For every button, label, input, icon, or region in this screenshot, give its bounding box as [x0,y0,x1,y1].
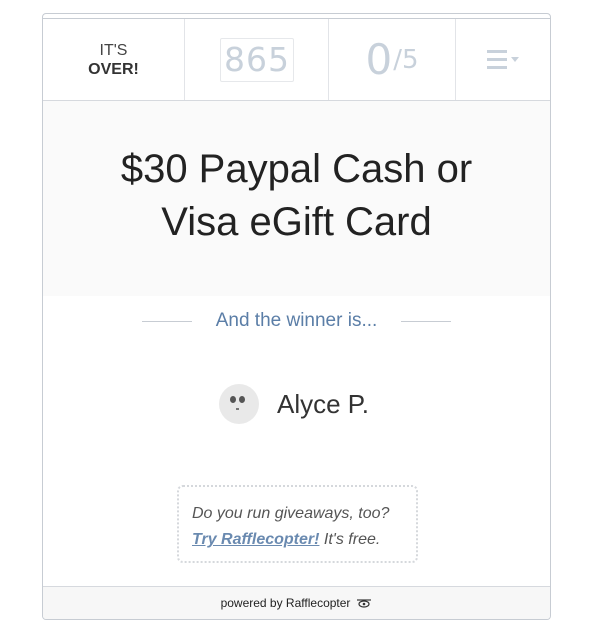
promo-suffix: It's free. [319,531,381,548]
status-line-1: IT'S [99,41,128,59]
default-avatar-icon [219,384,259,424]
promo-cta-line: Try Rafflecopter! It's free. [192,527,416,553]
winner-name: Alyce P. [277,388,370,419]
countdown-counter: 8 6 5 [185,19,329,100]
hamburger-menu-icon[interactable] [487,50,519,69]
prize-section: $30 Paypal Cash or Visa eGift Card [43,101,550,296]
giveaway-widget: IT'S OVER! 8 6 5 0 /5 $30 Paypal Cash or… [42,13,551,620]
divider-left [141,320,192,322]
widget-header: IT'S OVER! 8 6 5 0 /5 [43,19,550,101]
winner-heading-text: And the winner is... [215,310,378,331]
winner-entry: Alyce P. [219,384,369,424]
countdown-digits: 8 6 5 [219,37,294,82]
countdown-digit: 5 [268,39,289,79]
giveaway-status: IT'S OVER! [43,19,185,100]
entries-count: 0 [365,35,393,84]
entries-total: /5 [393,44,419,75]
promo-box: Do you run giveaways, too? Try Rafflecop… [177,485,418,563]
winner-heading: And the winner is... [43,310,550,332]
entries-counter: 0 /5 [329,19,456,100]
chevron-down-icon [511,57,519,62]
countdown-digit: 8 [224,39,245,79]
menu-button[interactable] [456,19,550,100]
rafflecopter-logo-icon [357,599,372,608]
status-line-2: OVER! [88,60,139,78]
powered-by-text: powered by Rafflecopter [220,596,351,610]
try-rafflecopter-link[interactable]: Try Rafflecopter! [192,531,319,548]
prize-title: $30 Paypal Cash or Visa eGift Card [120,146,473,244]
widget-footer[interactable]: powered by Rafflecopter [43,586,550,619]
promo-question: Do you run giveaways, too? [192,505,390,522]
countdown-digit: 6 [246,39,267,79]
divider-right [401,320,452,322]
